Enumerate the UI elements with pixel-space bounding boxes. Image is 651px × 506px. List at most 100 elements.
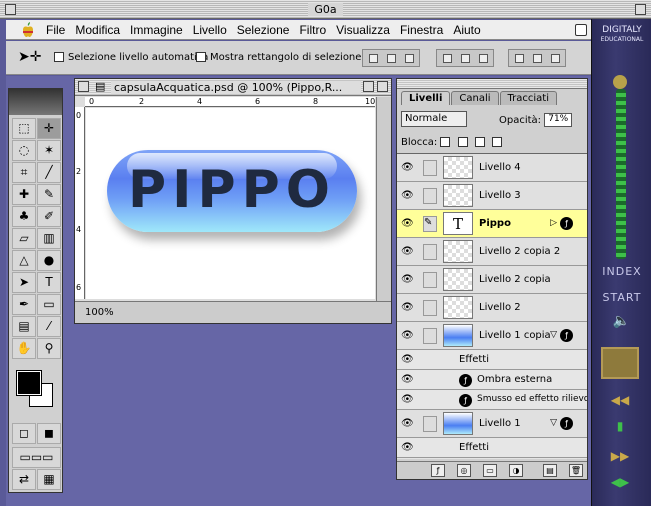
lock-transparency-checkbox[interactable] (440, 137, 451, 147)
doc-zoom-box-icon[interactable] (363, 81, 374, 92)
index-button[interactable]: INDEX (592, 265, 651, 278)
foreground-color-swatch[interactable] (16, 370, 42, 396)
tab-canali[interactable]: Canali (451, 91, 499, 105)
jump-to-imageready-icon[interactable]: ⇄ (12, 469, 36, 490)
magic-wand-tool-icon[interactable]: ✶ (37, 140, 61, 161)
zoom-tool-icon[interactable]: ⚲ (37, 338, 61, 359)
brush-tool-icon[interactable]: ✎ (37, 184, 61, 205)
eye-icon[interactable]: 👁 (401, 418, 414, 429)
standard-mode-icon[interactable]: ◻ (12, 423, 36, 444)
slice-tool-icon[interactable]: ╱ (37, 162, 61, 183)
window-titlebar[interactable]: G0a (0, 0, 651, 19)
eyedropper-tool-icon[interactable]: ⁄ (37, 316, 61, 337)
eye-icon[interactable]: 👁 (401, 218, 414, 229)
menu-filtro[interactable]: Filtro (299, 23, 326, 37)
layer-row[interactable]: 👁 Livello 2 copia 2 (397, 238, 587, 266)
finder-icon[interactable] (575, 24, 587, 36)
color-swatches[interactable] (15, 369, 57, 411)
imageready-icon[interactable]: ▦ (37, 469, 61, 490)
layer-row-active[interactable]: 👁 ✎ T Pippo ▷ ƒ (397, 210, 587, 238)
shape-tool-icon[interactable]: ▭ (37, 294, 61, 315)
lock-position-checkbox[interactable] (474, 137, 485, 147)
new-layer-icon[interactable]: ▤ (543, 464, 557, 477)
collapse-triangle-icon[interactable]: ▽ (550, 330, 557, 340)
zoom-box-icon[interactable] (635, 4, 646, 15)
trash-icon[interactable]: 🗑 (569, 464, 583, 477)
eye-icon[interactable]: 👁 (401, 190, 414, 201)
apple-menu-icon[interactable] (20, 22, 36, 38)
brush-link-icon[interactable]: ✎ (423, 216, 437, 232)
gradient-tool-icon[interactable]: ▥ (37, 228, 61, 249)
lasso-tool-icon[interactable]: ◌ (12, 140, 36, 161)
distribute-buttons-group[interactable] (508, 49, 566, 67)
menu-livello[interactable]: Livello (193, 23, 227, 37)
eye-icon[interactable]: 👁 (401, 274, 414, 285)
dodge-tool-icon[interactable]: ● (37, 250, 61, 271)
layer-row[interactable]: 👁 Livello 2 copia (397, 266, 587, 294)
opacity-field[interactable]: 71% (544, 113, 573, 127)
menu-file[interactable]: File (46, 23, 65, 37)
lock-image-checkbox[interactable] (457, 137, 468, 147)
layers-palette-titlebar[interactable] (397, 79, 587, 89)
tab-livelli[interactable]: Livelli (401, 91, 451, 105)
doc-close-box-icon[interactable] (78, 81, 89, 92)
menu-finestra[interactable]: Finestra (400, 23, 443, 37)
eraser-tool-icon[interactable]: ▱ (12, 228, 36, 249)
healing-brush-tool-icon[interactable]: ✚ (12, 184, 36, 205)
path-selection-tool-icon[interactable]: ➤ (12, 272, 36, 293)
move-tool-icon[interactable]: ➤✛ (18, 49, 41, 65)
clone-stamp-tool-icon[interactable]: ♣ (12, 206, 36, 227)
pause-icon[interactable]: ▮ (606, 419, 634, 433)
blend-mode-select[interactable]: Normale (401, 111, 467, 127)
layer-style-icon[interactable]: ƒ (431, 464, 445, 477)
menu-selezione[interactable]: Selezione (237, 23, 290, 37)
vertical-scrollbar[interactable] (376, 97, 391, 301)
expand-triangle-icon[interactable]: ▷ (550, 218, 557, 228)
add-mask-icon[interactable]: ◎ (457, 464, 471, 477)
lock-all-checkbox[interactable] (492, 137, 502, 147)
adjustment-layer-icon[interactable]: ◑ (509, 464, 523, 477)
document-titlebar[interactable]: ▤ capsulaAcquatica.psd @ 100% (Pippo,R..… (75, 79, 391, 96)
rewind-icon[interactable]: ◀◀ (606, 393, 634, 407)
navigation-arrows-icon[interactable]: ◀▶ (606, 475, 634, 489)
hand-tool-icon[interactable]: ✋ (12, 338, 36, 359)
effects-row[interactable]: 👁 Effetti (397, 438, 587, 458)
align-buttons-group[interactable] (362, 49, 420, 67)
effects-row[interactable]: 👁 Effetti (397, 350, 587, 370)
doc-collapse-box-icon[interactable] (377, 81, 388, 92)
eye-icon[interactable]: 👁 (401, 246, 414, 257)
new-set-icon[interactable]: ▭ (483, 464, 497, 477)
screen-mode-icon[interactable]: ▭▭▭ (12, 447, 61, 468)
type-tool-icon[interactable]: T (37, 272, 61, 293)
show-bounds-checkbox[interactable] (196, 52, 206, 62)
menu-immagine[interactable]: Immagine (130, 23, 183, 37)
layer-row[interactable]: 👁 Livello 1 ▽ ƒ (397, 410, 587, 438)
document-canvas[interactable]: PIPPO (86, 108, 375, 299)
start-button[interactable]: START (592, 291, 651, 304)
eye-icon[interactable]: 👁 (401, 394, 414, 405)
effect-row[interactable]: 👁 ƒ Smusso ed effetto rilievo (397, 390, 587, 410)
menu-aiuto[interactable]: Aiuto (453, 23, 480, 37)
auto-select-checkbox[interactable] (54, 52, 64, 62)
notes-tool-icon[interactable]: ▤ (12, 316, 36, 337)
layer-row[interactable]: 👁 Livello 1 copia ▽ ƒ (397, 322, 587, 350)
history-brush-tool-icon[interactable]: ✐ (37, 206, 61, 227)
layer-row[interactable]: 👁 Livello 2 (397, 294, 587, 322)
eye-icon[interactable]: 👁 (401, 302, 414, 313)
eye-icon[interactable]: 👁 (401, 354, 414, 365)
move-tool-button-icon[interactable]: ✛ (37, 118, 61, 139)
zoom-level[interactable]: 100% (85, 307, 114, 318)
effect-row[interactable]: 👁 ƒ Ombra esterna (397, 370, 587, 390)
show-bounds-option[interactable]: Mostra rettangolo di selezione (196, 52, 361, 63)
eye-icon[interactable]: 👁 (401, 442, 414, 453)
eye-icon[interactable]: 👁 (401, 374, 414, 385)
crop-tool-icon[interactable]: ⌗ (12, 162, 36, 183)
menu-modifica[interactable]: Modifica (75, 23, 120, 37)
pen-tool-icon[interactable]: ✒ (12, 294, 36, 315)
marquee-tool-icon[interactable]: ⬚ (12, 118, 36, 139)
auto-select-option[interactable]: Selezione livello automatica (54, 52, 208, 63)
layer-row[interactable]: 👁 Livello 3 (397, 182, 587, 210)
collapse-triangle-icon[interactable]: ▽ (550, 418, 557, 428)
eye-icon[interactable]: 👁 (401, 162, 414, 173)
layer-row[interactable]: 👁 Livello 4 (397, 154, 587, 182)
